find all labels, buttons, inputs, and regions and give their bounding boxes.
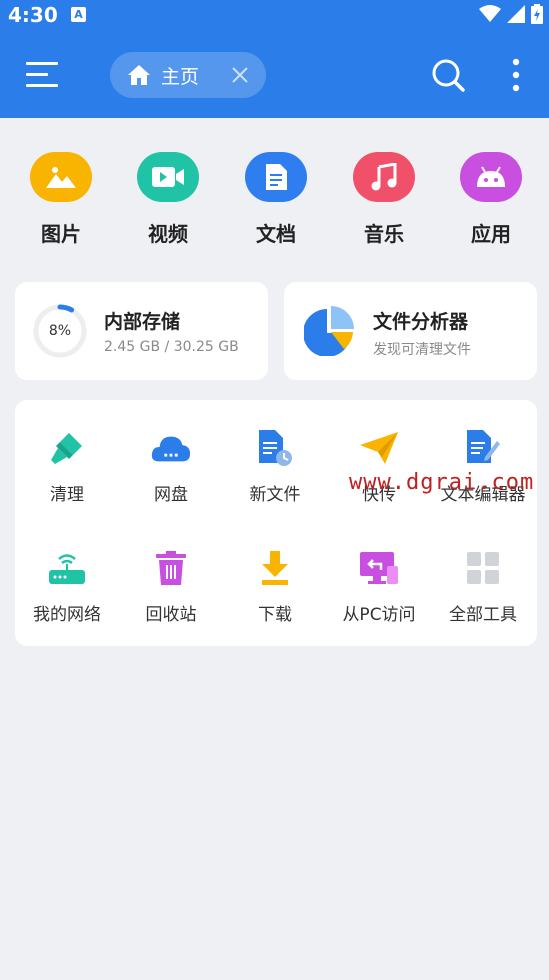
category-label: 文档 bbox=[256, 222, 296, 246]
battery-icon bbox=[531, 4, 543, 24]
music-icon bbox=[353, 152, 415, 202]
wifi-icon bbox=[479, 5, 501, 22]
category-documents[interactable]: 文档 bbox=[236, 152, 316, 247]
category-label: 视频 bbox=[148, 222, 188, 246]
notification-icon: A bbox=[71, 7, 86, 22]
tool-recycle-bin[interactable]: 回收站 bbox=[119, 548, 223, 625]
tool-new-file[interactable]: 新文件 bbox=[223, 428, 327, 505]
path-chip[interactable]: 主页 bbox=[110, 52, 266, 98]
storage-percent: 8% bbox=[48, 323, 72, 339]
path-label: 主页 bbox=[161, 65, 200, 88]
category-videos[interactable]: 视频 bbox=[128, 152, 208, 247]
category-images[interactable]: 图片 bbox=[21, 152, 101, 247]
storage-title: 内部存储 bbox=[104, 311, 181, 333]
tool-clean[interactable]: 清理 bbox=[15, 428, 119, 505]
storage-usage: 2.45 GB / 30.25 GB bbox=[104, 339, 239, 355]
tool-download[interactable]: 下载 bbox=[223, 548, 327, 625]
tools-grid: 清理 网盘 新文件 快传 文本编辑器 我的网络 回收站 下载 从PC访问 全部工… bbox=[15, 400, 537, 646]
video-icon bbox=[137, 152, 199, 202]
new-file-icon bbox=[255, 428, 295, 468]
tool-all-tools[interactable]: 全部工具 bbox=[431, 548, 535, 625]
analyzer-subtitle: 发现可清理文件 bbox=[373, 342, 471, 358]
home-icon bbox=[128, 65, 150, 85]
status-time: 4:30 bbox=[8, 3, 58, 27]
tool-label: 清理 bbox=[50, 485, 84, 505]
category-label: 音乐 bbox=[364, 222, 404, 246]
tool-label: 从PC访问 bbox=[342, 605, 416, 625]
search-icon[interactable] bbox=[431, 58, 465, 92]
tool-label: 网盘 bbox=[154, 485, 188, 505]
file-analyzer-card[interactable]: 文件分析器 发现可清理文件 bbox=[284, 282, 537, 380]
close-icon[interactable] bbox=[230, 65, 250, 85]
send-icon bbox=[359, 428, 399, 468]
category-apps[interactable]: 应用 bbox=[451, 152, 531, 247]
tool-my-network[interactable]: 我的网络 bbox=[15, 548, 119, 625]
internal-storage-card[interactable]: 8% 内部存储 2.45 GB / 30.25 GB bbox=[15, 282, 268, 380]
tool-label: 我的网络 bbox=[33, 605, 101, 625]
category-label: 应用 bbox=[471, 222, 511, 246]
pie-chart-icon bbox=[304, 306, 354, 356]
tool-cloud[interactable]: 网盘 bbox=[119, 428, 223, 505]
download-icon bbox=[255, 548, 295, 588]
document-icon bbox=[245, 152, 307, 202]
category-label: 图片 bbox=[41, 222, 81, 246]
android-icon bbox=[460, 152, 522, 202]
tool-label: 回收站 bbox=[145, 605, 197, 625]
all-tools-icon bbox=[463, 548, 503, 588]
cloud-icon bbox=[151, 428, 191, 468]
image-icon bbox=[30, 152, 92, 202]
watermark-text: www.dgrai.com bbox=[349, 470, 535, 495]
tool-label: 全部工具 bbox=[449, 605, 517, 625]
tool-label: 新文件 bbox=[249, 485, 301, 505]
category-row: 图片 视频 文档 音乐 应用 bbox=[0, 152, 549, 252]
menu-button[interactable] bbox=[26, 61, 58, 89]
status-icons bbox=[479, 4, 543, 24]
analyzer-title: 文件分析器 bbox=[373, 311, 469, 333]
tool-label: 下载 bbox=[258, 605, 292, 625]
router-icon bbox=[47, 548, 87, 588]
tool-pc-access[interactable]: 从PC访问 bbox=[327, 548, 431, 625]
signal-icon bbox=[507, 5, 525, 23]
storage-ring: 8% bbox=[32, 303, 88, 359]
app-header: 4:30 A 主页 bbox=[0, 0, 549, 118]
category-music[interactable]: 音乐 bbox=[344, 152, 424, 247]
text-editor-icon bbox=[463, 428, 503, 468]
trash-icon bbox=[151, 548, 191, 588]
broom-icon bbox=[47, 428, 87, 468]
more-options-icon[interactable] bbox=[506, 56, 526, 96]
pc-access-icon bbox=[359, 548, 399, 588]
